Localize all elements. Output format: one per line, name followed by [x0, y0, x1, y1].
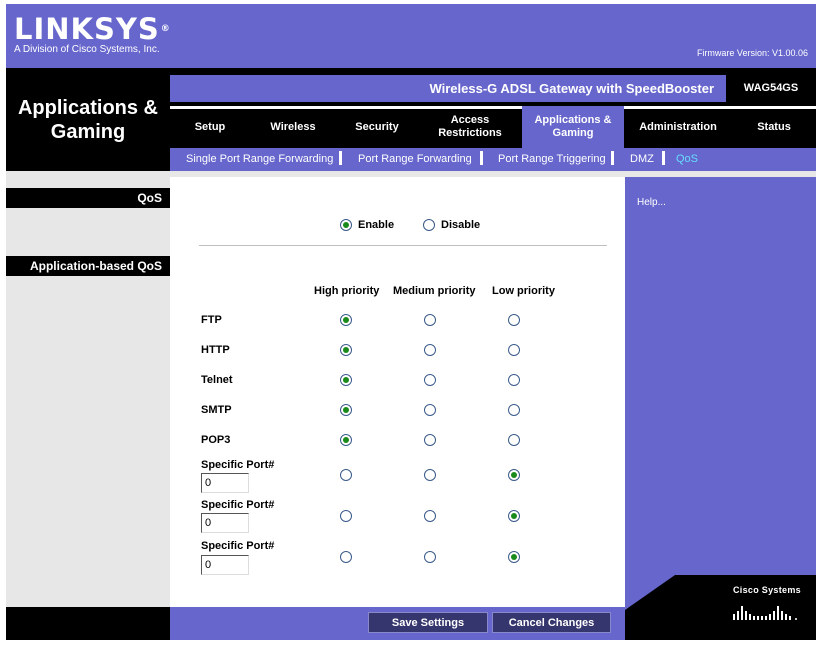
subnav-separator: [480, 151, 483, 165]
app-name-http: HTTP: [201, 344, 230, 356]
pop3-high-radio[interactable]: [340, 434, 352, 446]
qos-enable-radio[interactable]: [340, 219, 352, 231]
port1-medium-radio[interactable]: [424, 469, 436, 481]
qos-disable-radio[interactable]: [423, 219, 435, 231]
specific-port-label: Specific Port#: [201, 499, 275, 511]
app-name-telnet: Telnet: [201, 374, 233, 386]
app-name-ftp: FTP: [201, 314, 222, 326]
tab-access-restrictions[interactable]: Access Restrictions: [418, 106, 522, 148]
content-top-strip: [170, 177, 625, 184]
cancel-changes-button[interactable]: Cancel Changes: [492, 612, 611, 633]
page-title: Applications & Gaming: [17, 97, 158, 143]
specific-port-1-input[interactable]: 0: [201, 473, 249, 493]
port3-low-radio[interactable]: [508, 551, 520, 563]
qos-disable-label: Disable: [441, 219, 481, 231]
http-medium-radio[interactable]: [424, 344, 436, 356]
save-settings-button[interactable]: Save Settings: [368, 612, 488, 633]
section-divider: [199, 245, 607, 246]
app-name-smtp: SMTP: [201, 404, 232, 416]
specific-port-label: Specific Port#: [201, 540, 275, 552]
telnet-high-radio[interactable]: [340, 374, 352, 386]
port2-low-radio[interactable]: [508, 510, 520, 522]
nav-divider: [624, 106, 816, 109]
ftp-high-radio[interactable]: [340, 314, 352, 326]
subnav-dmz[interactable]: DMZ: [630, 153, 654, 165]
subnav-separator: [611, 151, 614, 165]
subnav-port-range-forwarding[interactable]: Port Range Forwarding: [358, 153, 472, 165]
header-medium-priority: Medium priority: [393, 285, 476, 297]
smtp-medium-radio[interactable]: [424, 404, 436, 416]
cisco-bridge-icon: [733, 606, 797, 620]
telnet-low-radio[interactable]: [508, 374, 520, 386]
http-low-radio[interactable]: [508, 344, 520, 356]
app-name-pop3: POP3: [201, 434, 231, 446]
http-high-radio[interactable]: [340, 344, 352, 356]
port2-medium-radio[interactable]: [424, 510, 436, 522]
port3-medium-radio[interactable]: [424, 551, 436, 563]
product-name: Wireless-G ADSL Gateway with SpeedBooste…: [170, 75, 726, 102]
header-low-priority: Low priority: [492, 285, 555, 297]
left-column: [6, 171, 170, 607]
subnav-separator: [339, 151, 342, 165]
app-qos-section-label: Application-based QoS: [6, 256, 170, 276]
brand-tagline: A Division of Cisco Systems, Inc.: [14, 44, 160, 55]
port1-high-radio[interactable]: [340, 469, 352, 481]
tab-security[interactable]: Security: [336, 106, 418, 148]
cisco-logo-corner: [625, 575, 675, 610]
pop3-medium-radio[interactable]: [424, 434, 436, 446]
port2-high-radio[interactable]: [340, 510, 352, 522]
telnet-medium-radio[interactable]: [424, 374, 436, 386]
smtp-low-radio[interactable]: [508, 404, 520, 416]
smtp-high-radio[interactable]: [340, 404, 352, 416]
tab-applications-gaming[interactable]: Applications & Gaming: [522, 106, 624, 148]
qos-section-label: QoS: [6, 188, 170, 208]
specific-port-2-input[interactable]: 0: [201, 513, 249, 533]
tab-setup[interactable]: Setup: [170, 106, 250, 148]
cisco-systems-logo-text: Cisco Systems: [733, 585, 801, 595]
subnav-port-range-triggering[interactable]: Port Range Triggering: [498, 153, 606, 165]
port3-high-radio[interactable]: [340, 551, 352, 563]
subnav-single-port-range-forwarding[interactable]: Single Port Range Forwarding: [186, 153, 333, 165]
footer-left: [6, 607, 170, 640]
ftp-low-radio[interactable]: [508, 314, 520, 326]
qos-enable-label: Enable: [358, 219, 395, 231]
subnav-qos[interactable]: QoS: [676, 153, 698, 165]
tab-administration[interactable]: Administration: [624, 106, 732, 148]
specific-port-3-input[interactable]: 0: [201, 555, 249, 575]
pop3-low-radio[interactable]: [508, 434, 520, 446]
tab-status[interactable]: Status: [732, 106, 816, 148]
firmware-version: Firmware Version: V1.00.06: [696, 48, 808, 58]
specific-port-label: Specific Port#: [201, 459, 275, 471]
help-column: [625, 171, 816, 607]
help-link[interactable]: Help...: [637, 197, 666, 208]
header-high-priority: High priority: [314, 285, 380, 297]
ftp-medium-radio[interactable]: [424, 314, 436, 326]
port1-low-radio[interactable]: [508, 469, 520, 481]
nav-divider: [170, 106, 522, 109]
subnav-separator: [662, 151, 665, 165]
model-number: WAG54GS: [726, 75, 816, 102]
tab-wireless[interactable]: Wireless: [250, 106, 336, 148]
linksys-logo: LINKSYS®: [14, 12, 171, 46]
